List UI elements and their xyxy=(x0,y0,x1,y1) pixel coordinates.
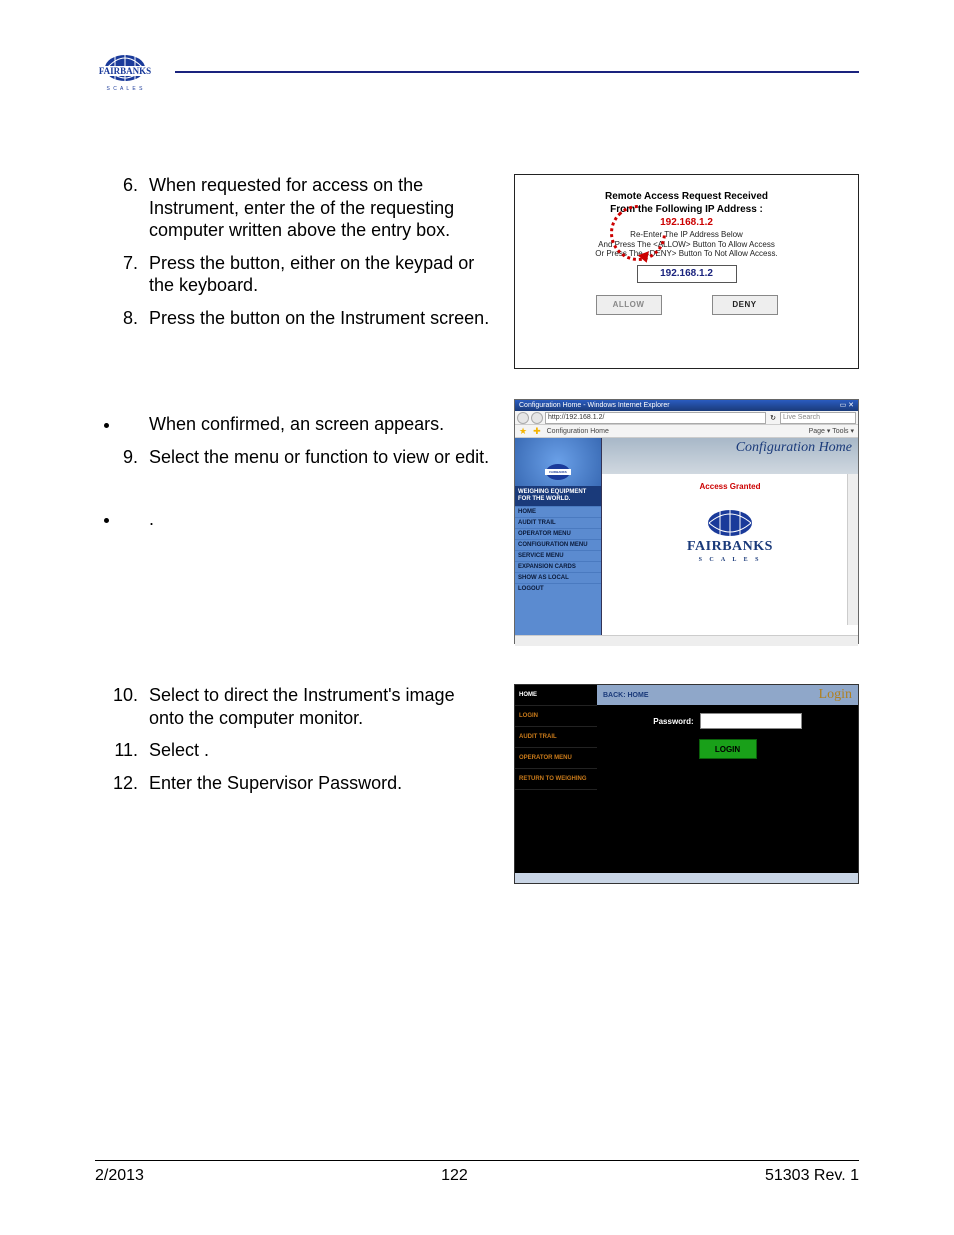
login-form: Password: LOGIN xyxy=(597,705,858,873)
login-topbar: BACK: HOME Login xyxy=(597,685,858,705)
login-menu-return[interactable]: RETURN TO WEIGHING xyxy=(515,769,597,790)
login-menu-home[interactable]: HOME xyxy=(515,685,597,706)
browser-address-bar: http://192.168.1.2/ ↻ Live Search xyxy=(515,411,858,425)
fairbanks-center-logo: FAIRBANKS S C A L E S xyxy=(602,509,858,563)
config-sidebar: FAIRBANKS WEIGHING EQUIPMENT FOR THE WOR… xyxy=(515,438,602,635)
bullet-empty: . xyxy=(121,508,494,531)
step-12: Enter the Supervisor Password. xyxy=(143,772,494,795)
forward-icon[interactable] xyxy=(531,412,543,424)
scrollbar-horizontal[interactable] xyxy=(515,635,858,646)
footer-date: 2/2013 xyxy=(95,1167,144,1185)
footer-page: 122 xyxy=(441,1167,468,1185)
config-content: Configuration Home Access Granted xyxy=(602,438,858,635)
logo-tag: S C A L E S xyxy=(602,557,858,563)
back-icon[interactable] xyxy=(517,412,529,424)
step-11: Select . xyxy=(143,739,494,762)
figure-login-screen: HOME LOGIN AUDIT TRAIL OPERATOR MENU RET… xyxy=(514,684,859,884)
login-title: Login xyxy=(819,687,852,703)
step-9: Select the menu or function to view or e… xyxy=(143,446,494,469)
steps-list-a: When requested for access on the Instrum… xyxy=(95,174,494,329)
favorites-icon[interactable]: ★ xyxy=(519,426,527,437)
svg-text:FAIRBANKS: FAIRBANKS xyxy=(549,470,567,474)
menu-operator[interactable]: OPERATOR MENU xyxy=(515,528,601,539)
browser-tab[interactable]: Configuration Home xyxy=(547,428,609,435)
step-6: When requested for access on the Instrum… xyxy=(143,174,494,242)
fig1-subtitle: From the Following IP Address : xyxy=(515,204,858,215)
menu-expansion[interactable]: EXPANSION CARDS xyxy=(515,561,601,572)
browser-title-bar: Configuration Home - Windows Internet Ex… xyxy=(515,400,858,411)
sidebar-tagline: WEIGHING EQUIPMENT FOR THE WORLD. xyxy=(515,486,601,506)
fig1-info: Re-Enter The IP Address Below And Press … xyxy=(515,230,858,259)
footer-docrev: 51303 Rev. 1 xyxy=(765,1167,859,1185)
menu-logout[interactable]: LOGOUT xyxy=(515,583,601,594)
globe-icon xyxy=(705,509,755,537)
login-menu-login[interactable]: LOGIN xyxy=(515,706,597,727)
page-header: FAIRBANKS S C A L E S xyxy=(95,50,859,104)
allow-button[interactable]: ALLOW xyxy=(596,295,662,315)
login-sidebar: HOME LOGIN AUDIT TRAIL OPERATOR MENU RET… xyxy=(515,685,597,873)
fig1-source-ip: 192.168.1.2 xyxy=(515,217,858,228)
login-menu-operator[interactable]: OPERATOR MENU xyxy=(515,748,597,769)
fairbanks-logo: FAIRBANKS S C A L E S xyxy=(95,50,155,98)
search-input[interactable]: Live Search xyxy=(780,412,856,424)
login-menu-audit[interactable]: AUDIT TRAIL xyxy=(515,727,597,748)
window-title: Configuration Home - Windows Internet Ex… xyxy=(519,400,670,411)
bullet-list-a: When confirmed, an screen appears. xyxy=(95,413,494,436)
step-7: Press the button, either on the keypad o… xyxy=(143,252,494,297)
step-10: Select to direct the Instrument's image … xyxy=(143,684,494,729)
page-footer: 2/2013 122 51303 Rev. 1 xyxy=(95,1132,859,1185)
figure-remote-access-request: Remote Access Request Received From the … xyxy=(514,174,859,369)
menu-configuration[interactable]: CONFIGURATION MENU xyxy=(515,539,601,550)
figure-browser-config-home: Configuration Home - Windows Internet Ex… xyxy=(514,399,859,644)
steps-list-b: Select the menu or function to view or e… xyxy=(95,446,494,469)
bullet-list-b: . xyxy=(95,508,494,531)
svg-text:S C A L E S: S C A L E S xyxy=(107,86,144,92)
steps-list-c: Select to direct the Instrument's image … xyxy=(95,684,494,794)
header-rule xyxy=(175,71,859,73)
menu-audit-trail[interactable]: AUDIT TRAIL xyxy=(515,517,601,528)
fig1-ip-input[interactable]: 192.168.1.2 xyxy=(637,265,737,283)
svg-text:FAIRBANKS: FAIRBANKS xyxy=(99,66,151,76)
add-favorite-icon[interactable]: ✚ xyxy=(533,426,541,437)
logo-name: FAIRBANKS xyxy=(602,539,858,555)
page-tools-menu[interactable]: Page ▾ Tools ▾ xyxy=(809,427,854,435)
config-banner-title: Configuration Home xyxy=(602,438,858,474)
url-input[interactable]: http://192.168.1.2/ xyxy=(545,412,766,424)
back-home-button[interactable]: BACK: HOME xyxy=(603,692,649,699)
fairbanks-logo-small-icon: FAIRBANKS xyxy=(515,438,601,486)
bullet-confirmed: When confirmed, an screen appears. xyxy=(121,413,494,436)
step-8: Press the button on the Instrument scree… xyxy=(143,307,494,330)
password-input[interactable] xyxy=(700,713,802,729)
login-button[interactable]: LOGIN xyxy=(699,739,757,759)
refresh-icon[interactable]: ↻ xyxy=(768,414,778,422)
menu-show-local[interactable]: SHOW AS LOCAL xyxy=(515,572,601,583)
menu-home[interactable]: HOME xyxy=(515,506,601,517)
password-label: Password: xyxy=(653,717,693,726)
deny-button[interactable]: DENY xyxy=(712,295,778,315)
scrollbar-vertical[interactable] xyxy=(847,474,858,625)
login-main: BACK: HOME Login Password: LOGIN xyxy=(597,685,858,873)
browser-tab-bar: ★ ✚ Configuration Home Page ▾ Tools ▾ xyxy=(515,425,858,438)
fig1-title: Remote Access Request Received xyxy=(515,191,858,202)
login-bottom-bar xyxy=(515,873,858,883)
access-granted-text: Access Granted xyxy=(602,474,858,491)
menu-service[interactable]: SERVICE MENU xyxy=(515,550,601,561)
window-controls-icon[interactable]: ▭ ✕ xyxy=(840,400,854,411)
